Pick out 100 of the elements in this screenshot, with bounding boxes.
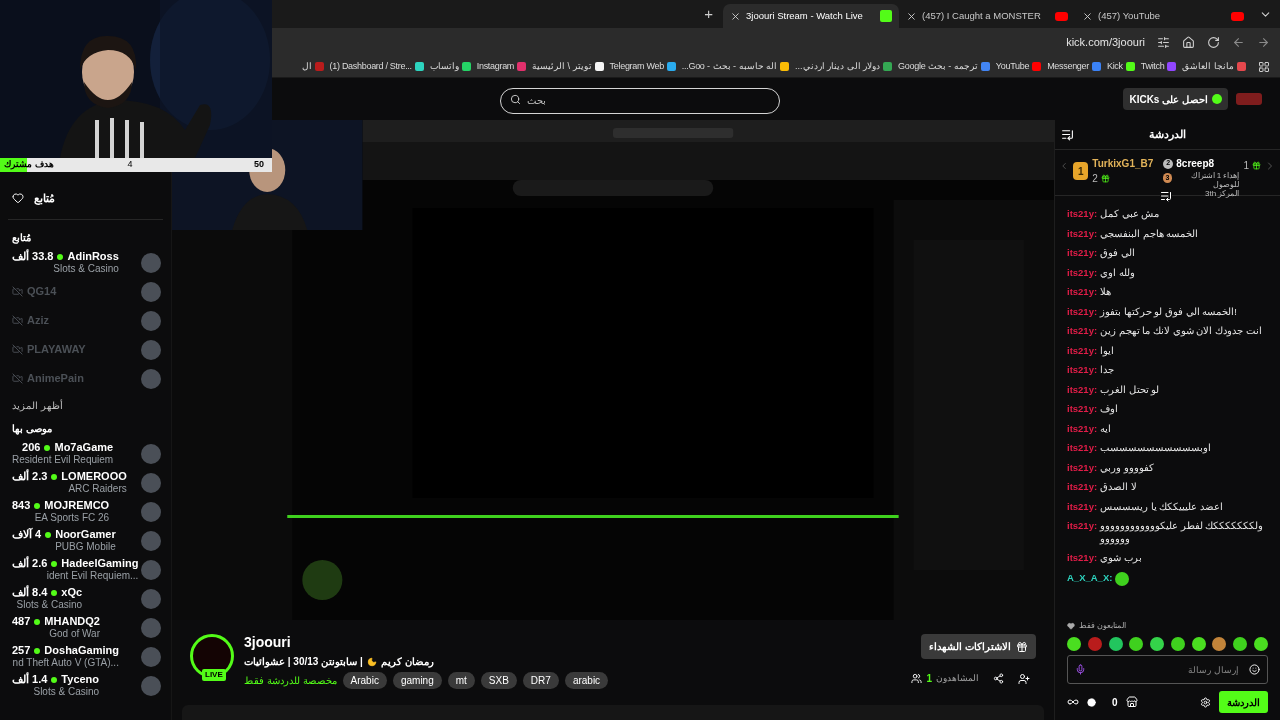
bookmark[interactable]: ال xyxy=(301,59,324,74)
chat-username[interactable]: its21y: xyxy=(1067,208,1098,221)
emote-icon[interactable] xyxy=(1170,637,1185,651)
channel-name[interactable]: Tyceno xyxy=(61,673,100,686)
bookmark[interactable]: Telegram Web xyxy=(609,59,676,74)
channel-name[interactable]: HadeelGaming xyxy=(61,557,139,570)
follow-button[interactable]: مُتابع xyxy=(34,189,55,207)
chat-send-button[interactable]: الدردشة xyxy=(1219,691,1268,713)
tag[interactable]: gaming xyxy=(392,672,442,689)
tag[interactable]: mt xyxy=(447,672,475,689)
channel-name[interactable]: xQc xyxy=(61,586,83,599)
chat-username[interactable]: its21y: xyxy=(1067,227,1098,240)
chat-username[interactable]: its21y: xyxy=(1067,247,1098,260)
chat-username[interactable]: its21y: xyxy=(1067,481,1098,494)
chat-username[interactable]: its21y: xyxy=(1067,305,1098,318)
gift-subs-button[interactable]: الاشتراكات الشهداء xyxy=(921,634,1036,659)
kicks-coin-icon xyxy=(1212,94,1222,104)
store-icon[interactable] xyxy=(1125,696,1138,708)
leader-name[interactable]: 8creep8 xyxy=(1176,156,1215,171)
chat-message: كفوووو وربي xyxy=(1100,461,1154,474)
message-input[interactable]: إرسال رسالة xyxy=(1067,655,1268,684)
channel-name[interactable]: NoorGamer xyxy=(55,528,116,541)
channel-avatar[interactable]: LIVE xyxy=(190,634,234,678)
channel-name[interactable]: MOJREMCO xyxy=(44,499,110,512)
category-label: Resident Evil Requiem xyxy=(12,454,114,466)
chat-username[interactable]: its21y: xyxy=(1067,266,1098,279)
channel-name[interactable]: MHANDQ2 xyxy=(44,615,100,628)
close-icon[interactable] xyxy=(1082,10,1093,22)
bookmark[interactable]: دولار الى دينار اردني... xyxy=(795,59,893,74)
close-icon[interactable] xyxy=(906,10,917,22)
emote-icon[interactable] xyxy=(1067,637,1081,651)
chat-username[interactable]: its21y: xyxy=(1067,422,1098,435)
chat-username[interactable]: its21y: xyxy=(1067,364,1098,377)
new-tab-button[interactable]: + xyxy=(704,2,713,26)
bookmark[interactable]: YouTube xyxy=(995,59,1042,74)
chat-username[interactable]: its21y: xyxy=(1067,344,1098,357)
browser-tab[interactable]: (457) I Caught a MONSTER xyxy=(899,4,1075,28)
tag[interactable]: DR7 xyxy=(522,672,559,689)
bookmark[interactable]: اله حاسبه - بحث - Goo... xyxy=(681,59,790,74)
channel-name[interactable]: AdinRoss xyxy=(67,250,119,263)
chat-username[interactable]: its21y: xyxy=(1067,325,1098,338)
chat-message: برب شوي xyxy=(1100,552,1142,565)
apps-icon[interactable] xyxy=(1258,60,1270,73)
share-icon[interactable] xyxy=(993,673,1004,684)
emote-icon[interactable] xyxy=(1253,637,1268,651)
bookmark[interactable]: Twitch xyxy=(1140,59,1177,74)
search-field[interactable]: بحث xyxy=(500,87,780,114)
chat-username[interactable]: A_X_A_X: xyxy=(1067,572,1113,585)
site-settings-icon[interactable] xyxy=(1157,35,1170,49)
collapse-chat-icon[interactable] xyxy=(1061,128,1074,141)
close-icon[interactable] xyxy=(730,10,741,22)
browser-tab[interactable]: (457) YouTube xyxy=(1075,4,1251,28)
chat-username[interactable]: its21y: xyxy=(1067,520,1098,533)
leader-name[interactable]: TurkixG1_B7 xyxy=(1092,156,1154,171)
chat-username[interactable]: its21y: xyxy=(1067,286,1098,299)
url-field[interactable]: kick.com/3joouri xyxy=(1066,33,1145,51)
bookmark[interactable]: ترجمه - بحث Google xyxy=(898,59,990,74)
home-icon[interactable] xyxy=(1182,35,1195,49)
emote-icon[interactable] xyxy=(1108,637,1123,651)
chat-username[interactable]: its21y: xyxy=(1067,500,1098,513)
channel-name[interactable]: LOMEROOO xyxy=(61,470,127,483)
channel-name[interactable]: Mo7aGame xyxy=(54,441,114,454)
emote-icon[interactable] xyxy=(1212,637,1227,651)
emote-icon[interactable] xyxy=(1150,637,1165,651)
bookmark[interactable]: واتساب xyxy=(429,59,471,74)
forward-icon[interactable] xyxy=(1257,35,1270,49)
chat-username[interactable]: its21y: xyxy=(1067,552,1098,565)
points-icon[interactable] xyxy=(1087,697,1096,707)
bookmark[interactable]: مانجا العاشق xyxy=(1182,59,1246,74)
bookmark[interactable]: Kick xyxy=(1106,59,1135,74)
chat-username[interactable]: its21y: xyxy=(1067,461,1098,474)
youtube-logo-icon xyxy=(1231,11,1244,21)
bookmark[interactable]: تويتر \ الرئيسية xyxy=(532,59,604,74)
show-more-link[interactable]: أظهر المزيد xyxy=(0,393,171,417)
emoji-icon[interactable] xyxy=(1249,664,1260,675)
follow-icon[interactable] xyxy=(1018,672,1030,685)
gift-hint: إهداء 1 اشتراك للوصول xyxy=(1189,171,1240,189)
browser-tab[interactable]: 3joouri Stream - Watch Live xyxy=(723,4,899,28)
chat-username[interactable]: its21y: xyxy=(1067,383,1098,396)
gift-icon xyxy=(1016,640,1028,653)
chat-username[interactable]: its21y: xyxy=(1067,403,1098,416)
bookmark[interactable]: (1) Dashboard / Stre... xyxy=(329,59,424,74)
tag[interactable]: SXB xyxy=(480,672,517,689)
chat-username[interactable]: its21y: xyxy=(1067,442,1098,455)
bookmark[interactable]: Instagram xyxy=(476,59,527,74)
bookmark[interactable]: Messenger xyxy=(1047,59,1101,74)
channel-name[interactable]: DoshaGaming xyxy=(44,644,119,657)
channel-name[interactable]: 3joouri xyxy=(244,634,609,651)
back-icon[interactable] xyxy=(1232,35,1245,49)
get-kicks-button[interactable]: احصل على KICKs xyxy=(1123,88,1228,110)
section-title: مُتابع xyxy=(11,231,32,246)
emote-icon[interactable] xyxy=(1129,637,1144,651)
emote-icon[interactable] xyxy=(1191,637,1206,651)
viewer-count: 1 xyxy=(926,672,932,686)
reload-icon[interactable] xyxy=(1207,35,1220,49)
tag[interactable]: arabic xyxy=(564,672,609,689)
tag[interactable]: Arabic xyxy=(342,672,387,689)
emote-icon[interactable] xyxy=(1233,637,1248,651)
goal-current: 4 xyxy=(127,158,133,172)
settings-icon[interactable] xyxy=(1200,696,1211,708)
